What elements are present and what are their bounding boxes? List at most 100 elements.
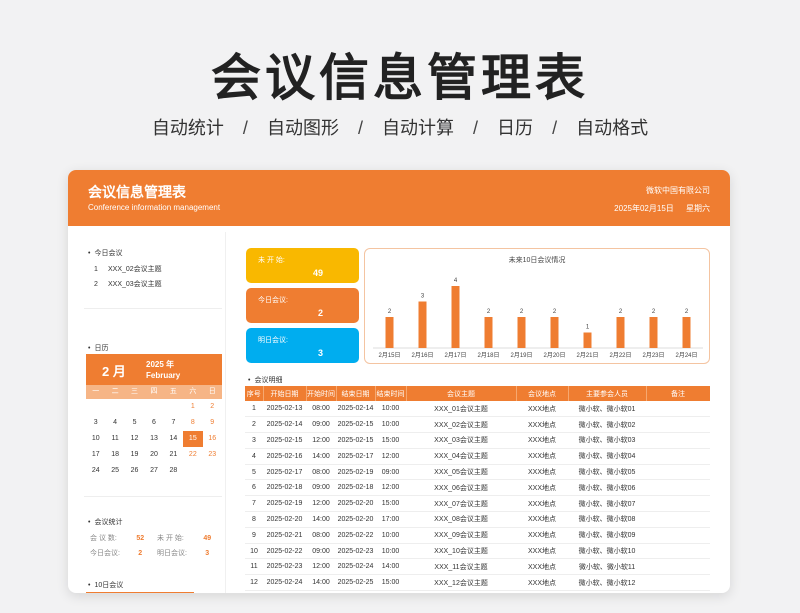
table-cell: 12:00 bbox=[375, 448, 406, 465]
table-cell: 2025-02-15 bbox=[263, 432, 306, 449]
table-cell: 2025-02-23 bbox=[263, 558, 306, 576]
table-cell: 3 bbox=[245, 432, 263, 449]
column-header[interactable]: 会议地点 bbox=[516, 386, 569, 401]
calendar-day[interactable]: 1 bbox=[183, 399, 202, 415]
calendar-day[interactable]: 21 bbox=[164, 447, 183, 463]
calendar-day[interactable]: 20 bbox=[144, 447, 163, 463]
data-label: 2 bbox=[652, 309, 656, 315]
weekday-label: 三 bbox=[131, 388, 139, 395]
calendar-day[interactable]: 2 bbox=[203, 399, 222, 415]
calendar-day[interactable]: 16 bbox=[203, 431, 222, 447]
calendar-day[interactable]: 22 bbox=[183, 447, 202, 463]
column-header[interactable]: 结束日期 bbox=[336, 386, 376, 401]
x-tick-label: 2月18日 bbox=[477, 352, 499, 359]
table-cell bbox=[646, 511, 710, 528]
column-header[interactable]: 会议主题 bbox=[406, 386, 517, 401]
hero-tag: 自动格式 bbox=[576, 118, 649, 138]
table-cell: 微小软、微小软02 bbox=[568, 416, 646, 434]
item-name: XXX_02会议主题 bbox=[108, 266, 162, 273]
table-row[interactable]: 12 2025-02-24 14:00 2025-02-25 15:00 XXX_12会议… bbox=[245, 574, 710, 592]
calendar-day[interactable]: 27 bbox=[144, 463, 163, 479]
column-header[interactable]: 备注 bbox=[646, 386, 710, 401]
calendar-day[interactable]: 10 bbox=[86, 431, 105, 447]
calendar-empty-cell bbox=[125, 399, 144, 415]
table-cell: 8 bbox=[245, 511, 263, 528]
calendar-day[interactable]: 23 bbox=[203, 447, 222, 463]
table-cell: 2025-02-15 bbox=[336, 416, 375, 434]
table-row[interactable]: 6 2025-02-18 09:00 2025-02-18 12:00 XXX_06会议主… bbox=[245, 479, 710, 497]
hero-tag: 自动统计 bbox=[151, 118, 224, 138]
data-label: 2 bbox=[619, 309, 623, 315]
table-row[interactable]: 3 2025-02-15 12:00 2025-02-15 15:00 XXX_03会议主… bbox=[245, 432, 710, 449]
table-cell: 2025-02-18 bbox=[336, 479, 375, 497]
calendar-day[interactable]: 6 bbox=[144, 415, 163, 431]
calendar-day[interactable]: 3 bbox=[86, 415, 105, 431]
calendar-day[interactable]: 24 bbox=[86, 463, 105, 479]
list-item[interactable]: 1 XXX_02会议主题 bbox=[94, 262, 162, 277]
calendar-day[interactable]: 19 bbox=[125, 447, 144, 463]
calendar-month-en: February bbox=[146, 371, 181, 380]
stat-label: 明日会议: bbox=[157, 550, 187, 557]
column-header[interactable]: 结束时间 bbox=[375, 386, 407, 401]
calendar-day[interactable]: 14 bbox=[164, 431, 183, 447]
table-cell: 微小软、微小软12 bbox=[568, 574, 646, 592]
x-tick-label: 2月15日 bbox=[378, 352, 400, 359]
company-name: 微软中国有限公司 bbox=[646, 186, 710, 195]
table-row[interactable]: 9 2025-02-21 08:00 2025-02-22 10:00 XXX_09会议主… bbox=[245, 527, 710, 544]
calendar-day[interactable]: 15 bbox=[183, 431, 203, 447]
hero-tag: 自动图形 bbox=[266, 118, 339, 138]
table-row[interactable]: 11 2025-02-23 12:00 2025-02-24 14:00 XXX_11会议… bbox=[245, 558, 710, 576]
stat-label: 今日会议: bbox=[90, 550, 120, 557]
table-cell: 14:00 bbox=[306, 448, 336, 465]
table-row[interactable]: 2 2025-02-14 09:00 2025-02-15 10:00 XXX_02会议主… bbox=[245, 416, 710, 434]
calendar-day[interactable]: 8 bbox=[183, 415, 202, 431]
bar bbox=[484, 317, 493, 348]
calendar-day[interactable]: 11 bbox=[105, 431, 124, 447]
calendar-day[interactable]: 26 bbox=[125, 463, 144, 479]
calendar-day[interactable]: 4 bbox=[105, 415, 124, 431]
calendar-day[interactable]: 5 bbox=[125, 415, 144, 431]
calendar-day[interactable]: 13 bbox=[144, 431, 163, 447]
item-name: XXX_03会议主题 bbox=[108, 281, 162, 288]
column-header[interactable]: 开始时间 bbox=[306, 386, 337, 401]
calendar-empty-cell bbox=[144, 399, 163, 415]
table-row[interactable]: 5 2025-02-17 08:00 2025-02-19 09:00 XXX_05会议主… bbox=[245, 464, 710, 481]
kpi-label: 今日会议: bbox=[258, 297, 288, 304]
table-cell: XXX_03会议主题 bbox=[406, 432, 516, 449]
column-header[interactable]: 主要参会人员 bbox=[568, 386, 647, 401]
calendar-week: 12 bbox=[86, 399, 222, 415]
table-row[interactable]: 8 2025-02-20 14:00 2025-02-20 17:00 XXX_08会议主… bbox=[245, 511, 710, 528]
table-row[interactable]: 1 2025-02-13 08:00 2025-02-14 10:00 XXX_01会议主… bbox=[245, 401, 710, 418]
table-cell: 微小软、微小软08 bbox=[568, 511, 646, 528]
bar bbox=[550, 317, 559, 348]
table-cell: 17:00 bbox=[375, 511, 406, 528]
bar bbox=[583, 332, 592, 348]
calendar-day[interactable]: 28 bbox=[164, 463, 183, 479]
calendar-day[interactable]: 7 bbox=[164, 415, 183, 431]
column-header[interactable]: 序号 bbox=[245, 386, 264, 401]
table-cell: XXX地点 bbox=[516, 558, 568, 576]
calendar-week: 3456789 bbox=[86, 415, 222, 431]
column-header[interactable]: 开始日期 bbox=[263, 386, 307, 401]
calendar-day[interactable]: 9 bbox=[203, 415, 222, 431]
calendar-day[interactable]: 25 bbox=[105, 463, 124, 479]
kpi-tomorrow: 明日会议: 3 bbox=[246, 328, 359, 363]
stat-today-value: 2 bbox=[138, 550, 143, 557]
table-cell: 微小软、微小软11 bbox=[568, 558, 646, 576]
tag-separator: / bbox=[473, 118, 479, 138]
list-item[interactable]: 2 XXX_03会议主题 bbox=[94, 277, 162, 292]
table-row[interactable]: 7 2025-02-19 12:00 2025-02-20 15:00 XXX_07会议主… bbox=[245, 495, 710, 513]
table-cell: 微小软、微小软09 bbox=[568, 527, 646, 544]
calendar-day[interactable]: 17 bbox=[86, 447, 105, 463]
stat-label: 会 议 数: bbox=[90, 535, 117, 542]
bar bbox=[451, 286, 460, 348]
table-row[interactable]: 4 2025-02-16 14:00 2025-02-17 12:00 XXX_04会议主… bbox=[245, 448, 710, 465]
hero-tags: 自动统计 / 自动图形 / 自动计算 / 日历 / 自动格式 bbox=[0, 114, 800, 140]
table-row[interactable]: 10 2025-02-22 09:00 2025-02-23 10:00 XXX_10会议… bbox=[245, 543, 710, 560]
table-cell: 09:00 bbox=[375, 464, 406, 481]
calendar-day[interactable]: 18 bbox=[105, 447, 124, 463]
table-cell: 15:00 bbox=[375, 432, 406, 449]
table-cell: XXX_02会议主题 bbox=[406, 416, 516, 434]
data-label: 2 bbox=[487, 309, 491, 315]
calendar-day[interactable]: 12 bbox=[125, 431, 144, 447]
